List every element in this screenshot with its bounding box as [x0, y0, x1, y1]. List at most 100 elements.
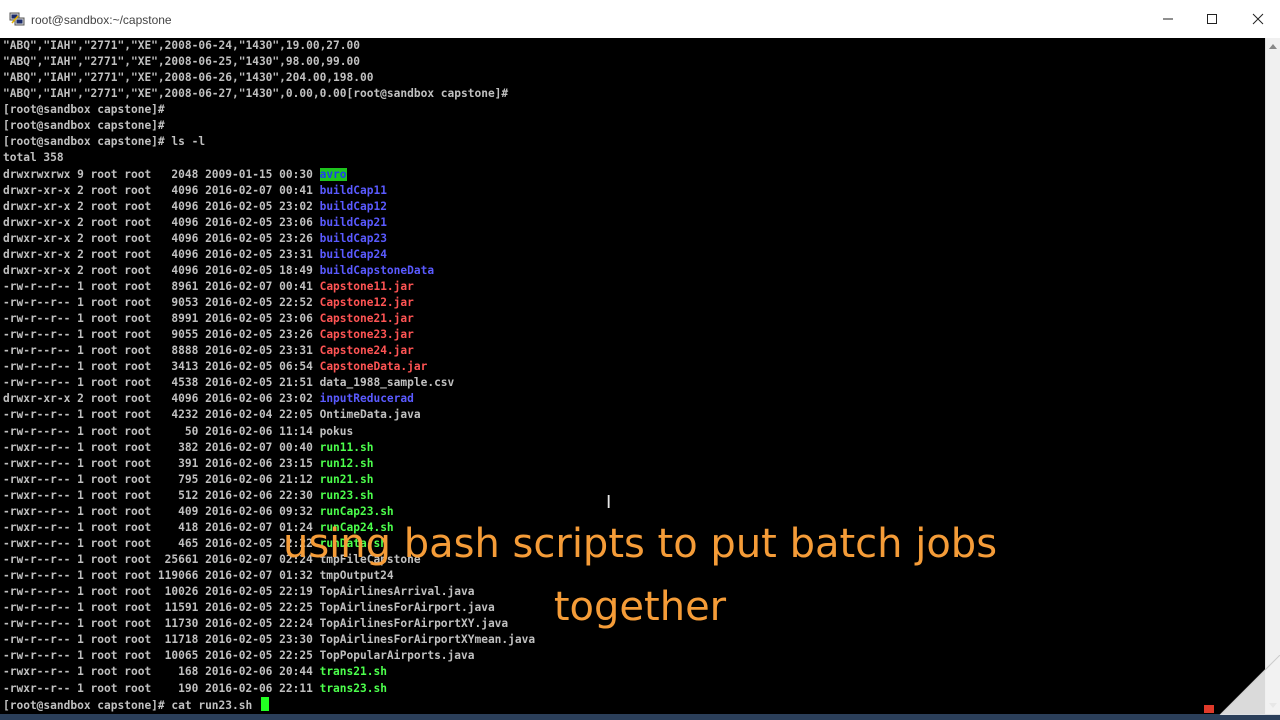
terminal-line: -rw-r--r-- 1 root root 50 2016-02-06 11:…	[3, 424, 535, 440]
terminal-text-segment: -rwxr--r-- 1 root root 382 2016-02-07 00…	[3, 440, 320, 454]
terminal-text-segment: -rwxr--r-- 1 root root 391 2016-02-06 23…	[3, 456, 320, 470]
terminal-text-segment: -rw-r--r-- 1 root root 3413 2016-02-05 0…	[3, 360, 320, 374]
terminal-text-segment: Capstone11.jar	[319, 279, 414, 293]
video-caption: using bash scripts to put batch jobs tog…	[250, 513, 1030, 639]
terminal-line: drwxr-xr-x 2 root root 4096 2016-02-05 2…	[3, 199, 535, 215]
terminal-text-segment: -rw-r--r-- 1 root root 50 2016-02-06 11:…	[3, 424, 354, 438]
terminal-text-segment: drwxr-xr-x 2 root root 4096 2016-02-05 2…	[3, 215, 320, 229]
terminal-text-segment: trans23.sh	[319, 681, 387, 695]
terminal-text-segment: buildCapstoneData	[319, 263, 435, 277]
text-cursor-icon: I	[606, 492, 612, 513]
terminal-text-segment: drwxr-xr-x 2 root root 4096 2016-02-05 2…	[3, 199, 320, 213]
terminal-line: -rw-r--r-- 1 root root 9055 2016-02-05 2…	[3, 327, 535, 343]
terminal-line: -rw-r--r-- 1 root root 10065 2016-02-05 …	[3, 648, 535, 664]
terminal-line: -rw-r--r-- 1 root root 8991 2016-02-05 2…	[3, 311, 535, 327]
terminal-text-segment: -rw-r--r-- 1 root root 9053 2016-02-05 2…	[3, 296, 320, 309]
terminal-text-segment: -rw-r--r-- 1 root root 8961 2016-02-07 0…	[3, 279, 320, 293]
terminal-text-segment: -rwxr--r-- 1 root root 190 2016-02-06 22…	[3, 681, 320, 695]
terminal-line: -rwxr--r-- 1 root root 795 2016-02-06 21…	[3, 472, 535, 488]
terminal-line: drwxr-xr-x 2 root root 4096 2016-02-05 2…	[3, 231, 535, 247]
terminal-line: -rw-r--r-- 1 root root 9053 2016-02-05 2…	[3, 295, 535, 311]
terminal-line: [root@sandbox capstone]#	[3, 118, 535, 134]
terminal-line: -rwxr--r-- 1 root root 190 2016-02-06 22…	[3, 681, 535, 697]
terminal-text-segment: [root@sandbox capstone]# ls -l	[3, 135, 206, 149]
terminal-text-segment: avro	[319, 167, 347, 181]
terminal-line: "ABQ","IAH","2771","XE",2008-06-25,"1430…	[3, 54, 535, 70]
terminal-text-segment: run21.sh	[319, 472, 374, 486]
terminal-text-segment: buildCap12	[319, 199, 387, 213]
maximize-button[interactable]	[1189, 0, 1235, 38]
terminal-text-segment: trans21.sh	[319, 665, 387, 679]
terminal-text-segment: Capstone24.jar	[319, 344, 414, 358]
terminal-text-segment: -rw-r--r-- 1 root root 8888 2016-02-05 2…	[3, 344, 320, 358]
terminal-text-segment: -rwxr--r-- 1 root root 168 2016-02-06 20…	[3, 665, 320, 679]
terminal-line: drwxr-xr-x 2 root root 4096 2016-02-05 2…	[3, 215, 535, 231]
terminal-line: -rw-r--r-- 1 root root 8888 2016-02-05 2…	[3, 343, 535, 359]
terminal-line: -rwxr--r-- 1 root root 391 2016-02-06 23…	[3, 456, 535, 472]
terminal-text-segment: run23.sh	[319, 488, 374, 502]
terminal-text-segment: buildCap24	[319, 247, 387, 261]
terminal-line: -rw-r--r-- 1 root root 4538 2016-02-05 2…	[3, 375, 535, 391]
terminal-text-segment: total 358	[3, 151, 64, 165]
terminal-text-segment: buildCap21	[319, 215, 387, 229]
window-title: root@sandbox:~/capstone	[31, 13, 172, 27]
terminal-text-segment: -rw-r--r-- 1 root root 10065 2016-02-05 …	[3, 649, 475, 663]
caption-line-2: together	[553, 584, 727, 630]
terminal-text-segment: CapstoneData.jar	[319, 360, 428, 374]
terminal-line: -rw-r--r-- 1 root root 4232 2016-02-04 2…	[3, 407, 535, 423]
terminal-text-segment: -rw-r--r-- 1 root root 4232 2016-02-04 2…	[3, 408, 421, 422]
terminal-text-segment: buildCap11	[319, 183, 387, 197]
terminal-line: drwxr-xr-x 2 root root 4096 2016-02-06 2…	[3, 391, 535, 407]
terminal-text-segment: Capstone23.jar	[319, 328, 414, 342]
terminal-text-segment: "ABQ","IAH","2771","XE",2008-06-27,"1430…	[3, 87, 509, 101]
terminal-text-segment: drwxr-xr-x 2 root root 4096 2016-02-05 2…	[3, 247, 320, 261]
terminal-text-segment: [root@sandbox capstone]# cat run23.sh	[3, 698, 259, 712]
terminal-line: -rwxr--r-- 1 root root 168 2016-02-06 20…	[3, 664, 535, 680]
minimize-button[interactable]	[1145, 0, 1191, 38]
terminal-line: drwxr-xr-x 2 root root 4096 2016-02-05 2…	[3, 247, 535, 263]
terminal-line: total 358	[3, 150, 535, 166]
terminal-text-segment: "ABQ","IAH","2771","XE",2008-06-24,"1430…	[3, 39, 360, 52]
terminal-text-segment: drwxr-xr-x 2 root root 4096 2016-02-06 2…	[3, 392, 320, 406]
terminal-text-segment: Capstone21.jar	[319, 312, 414, 326]
terminal-text-segment: drwxr-xr-x 2 root root 4096 2016-02-05 2…	[3, 231, 320, 245]
terminal-text-segment: run12.sh	[319, 456, 374, 470]
terminal-line: "ABQ","IAH","2771","XE",2008-06-26,"1430…	[3, 70, 535, 86]
terminal-line: drwxr-xr-x 2 root root 4096 2016-02-05 1…	[3, 263, 535, 279]
terminal-line: [root@sandbox capstone]# ls -l	[3, 134, 535, 150]
terminal-text-segment: drwxr-xr-x 2 root root 4096 2016-02-05 1…	[3, 263, 320, 277]
putty-icon	[9, 12, 25, 26]
terminal-line: -rwxr--r-- 1 root root 382 2016-02-07 00…	[3, 440, 535, 456]
terminal-line: "ABQ","IAH","2771","XE",2008-06-24,"1430…	[3, 38, 535, 54]
terminal-line: drwxr-xr-x 2 root root 4096 2016-02-07 0…	[3, 183, 535, 199]
terminal-line: -rw-r--r-- 1 root root 3413 2016-02-05 0…	[3, 359, 535, 375]
taskbar	[0, 714, 1280, 720]
terminal-text-segment: Capstone12.jar	[319, 296, 414, 309]
terminal-text-segment: -rw-r--r-- 1 root root 9055 2016-02-05 2…	[3, 328, 320, 342]
terminal-line: [root@sandbox capstone]#	[3, 102, 535, 118]
vertical-scrollbar[interactable]	[1265, 38, 1280, 714]
minimize-icon	[1163, 18, 1173, 20]
terminal-text-segment: -rwxr--r-- 1 root root 795 2016-02-06 21…	[3, 472, 320, 486]
terminal-text-segment: drwxr-xr-x 2 root root 4096 2016-02-07 0…	[3, 183, 320, 197]
terminal-text-segment: drwxrwxrwx 9 root root 2048 2009-01-15 0…	[3, 167, 320, 181]
terminal-text-segment: "ABQ","IAH","2771","XE",2008-06-26,"1430…	[3, 71, 374, 85]
terminal-line: [root@sandbox capstone]# cat run23.sh	[3, 696, 535, 713]
maximize-icon	[1207, 14, 1217, 24]
terminal-line: "ABQ","IAH","2771","XE",2008-06-27,"1430…	[3, 86, 535, 102]
page-curl-icon	[1204, 655, 1280, 715]
close-button[interactable]	[1235, 0, 1280, 38]
terminal-text-segment: [root@sandbox capstone]#	[3, 119, 165, 133]
terminal-line: -rw-r--r-- 1 root root 8961 2016-02-07 0…	[3, 279, 535, 295]
window-titlebar[interactable]: root@sandbox:~/capstone	[0, 0, 1280, 39]
terminal-line: -rwxr--r-- 1 root root 512 2016-02-06 22…	[3, 488, 535, 504]
terminal-cursor	[260, 696, 269, 711]
scroll-up-icon[interactable]	[1269, 44, 1277, 49]
terminal-text-segment: [root@sandbox capstone]#	[3, 103, 165, 117]
terminal-line: drwxrwxrwx 9 root root 2048 2009-01-15 0…	[3, 167, 535, 183]
terminal-text-segment: inputReducerad	[319, 392, 414, 406]
terminal-text-segment: -rw-r--r-- 1 root root 8991 2016-02-05 2…	[3, 312, 320, 326]
terminal-text-segment: -rwxr--r-- 1 root root 512 2016-02-06 22…	[3, 488, 320, 502]
terminal-text-segment: -rw-r--r-- 1 root root 4538 2016-02-05 2…	[3, 376, 455, 390]
close-icon	[1252, 13, 1264, 25]
